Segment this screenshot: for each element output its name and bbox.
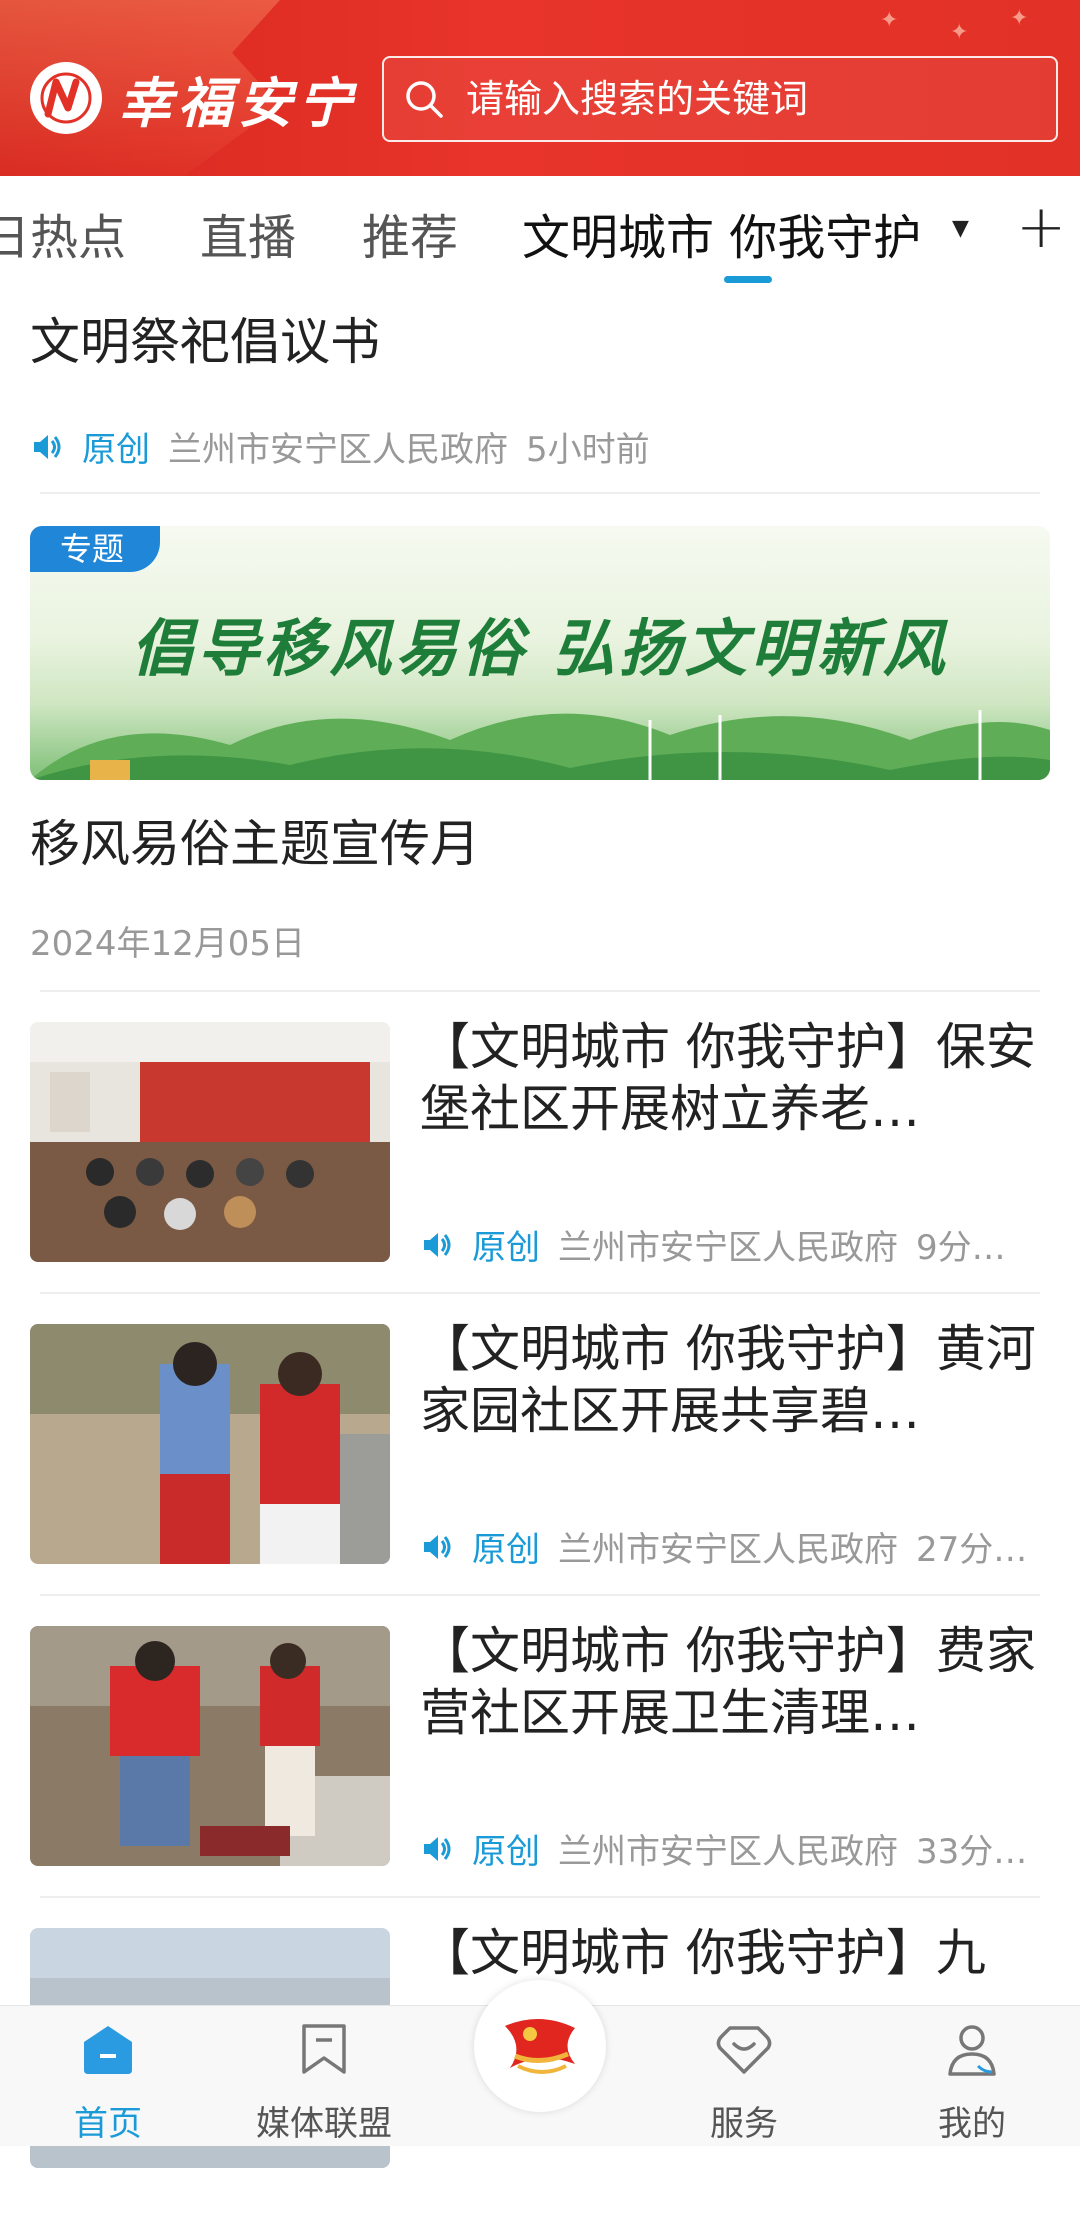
hills-illustration [30, 710, 1050, 780]
home-icon [84, 2026, 132, 2074]
news-source: 兰州市安宁区人民政府 [558, 1228, 898, 1268]
news-time: 27分… [916, 1530, 1028, 1570]
news-time: 33分… [916, 1832, 1028, 1872]
news-thumbnail [30, 1626, 390, 1866]
banner-slogan: 倡导移风易俗 弘扬文明新风 [131, 612, 949, 685]
bird-decoration: ✦ [950, 20, 969, 45]
nav-home-label: 首页 [74, 2104, 142, 2144]
nav-service[interactable]: 服务 [664, 2022, 824, 2145]
divider [40, 1594, 1040, 1596]
logo-mark-icon [30, 62, 102, 134]
news-title[interactable]: 【文明城市 你我守护】保安堡社区开展树立养老… [420, 1016, 1040, 1140]
article-time: 5小时前 [526, 430, 650, 470]
bird-decoration: ✦ [880, 8, 899, 33]
dropdown-caret-icon[interactable]: ▼ [952, 216, 969, 241]
divider [40, 492, 1040, 494]
original-label: 原创 [472, 1228, 540, 1268]
topic-badge: 专题 [30, 526, 160, 572]
news-thumbnail [30, 1022, 390, 1262]
original-label: 原创 [472, 1530, 540, 1570]
bookmark-icon [302, 2024, 346, 2074]
news-meta: 原创 兰州市安宁区人民政府 27分… [420, 1522, 1027, 1571]
original-label: 原创 [472, 1832, 540, 1872]
active-tab-indicator [724, 276, 772, 283]
app-logo[interactable]: 幸福安宁 [30, 58, 358, 138]
app-name: 幸福安宁 [118, 70, 358, 135]
nav-mine[interactable]: 我的 [892, 2022, 1052, 2145]
speaker-icon [34, 434, 61, 459]
topic-date: 2024年12月05日 [30, 924, 306, 964]
news-source: 兰州市安宁区人民政府 [558, 1530, 898, 1570]
original-label: 原创 [82, 430, 150, 470]
search-input[interactable] [464, 76, 1028, 122]
news-time: 9分… [916, 1228, 1006, 1268]
app-header: ✦ ✦ ✦ 幸福安宁 [0, 0, 1080, 176]
news-list-item[interactable]: 【文明城市 你我守护】黄河家园社区开展共享碧… 原创 兰州市安宁区人民政府 27… [0, 1320, 1080, 1624]
divider [40, 1896, 1040, 1898]
news-source: 兰州市安宁区人民政府 [558, 1832, 898, 1872]
channel-tabs: 日热点 直播 推荐 文明城市 你我守护 ▼ + [0, 176, 1080, 284]
search-icon [406, 81, 443, 118]
nav-home[interactable]: 首页 [28, 2022, 188, 2145]
user-icon [948, 2025, 996, 2076]
divider [40, 1292, 1040, 1294]
article-title[interactable]: 文明祭祀倡议书 [30, 302, 380, 374]
tab-civilized-city[interactable]: 文明城市 你我守护 [522, 198, 921, 268]
bottom-navigation: 首页 媒体联盟 服务 我的 [0, 1980, 1080, 2146]
news-thumbnail [30, 1324, 390, 1564]
news-meta: 原创 兰州市安宁区人民政府 9分… [420, 1220, 1006, 1269]
tab-live[interactable]: 直播 [200, 198, 296, 268]
news-meta: 原创 兰州市安宁区人民政府 33分… [420, 1824, 1027, 1873]
search-bar[interactable] [382, 56, 1058, 142]
bird-decoration: ✦ [1010, 6, 1029, 31]
nav-service-label: 服务 [710, 2104, 778, 2144]
news-list-item[interactable]: 【文明城市 你我守护】费家营社区开展卫生清理… 原创 兰州市安宁区人民政府 33… [0, 1622, 1080, 1926]
article-meta: 原创 兰州市安宁区人民政府 5小时前 [30, 422, 650, 471]
nav-media-alliance[interactable]: 媒体联盟 [244, 2022, 404, 2145]
speaker-icon [424, 1534, 451, 1559]
party-emblem-button[interactable] [474, 1980, 606, 2112]
party-flag-icon [505, 2018, 575, 2074]
tab-recommend[interactable]: 推荐 [362, 198, 458, 268]
nav-mine-label: 我的 [938, 2104, 1006, 2144]
article-source: 兰州市安宁区人民政府 [168, 430, 508, 470]
tab-hot[interactable]: 日热点 [0, 198, 126, 268]
news-list-item[interactable]: 【文明城市 你我守护】保安堡社区开展树立养老… 原创 兰州市安宁区人民政府 9分… [0, 1018, 1080, 1322]
divider [40, 990, 1040, 992]
news-title[interactable]: 【文明城市 你我守护】费家营社区开展卫生清理… [420, 1620, 1040, 1744]
add-channel-icon[interactable]: + [1016, 192, 1066, 262]
topic-banner[interactable]: 专题 倡导移风易俗 弘扬文明新风 [30, 526, 1050, 780]
speaker-icon [424, 1232, 451, 1257]
topic-title[interactable]: 移风易俗主题宣传月 [30, 804, 480, 876]
nav-media-alliance-label: 媒体联盟 [256, 2104, 392, 2144]
news-title[interactable]: 【文明城市 你我守护】黄河家园社区开展共享碧… [420, 1318, 1040, 1442]
speaker-icon [424, 1836, 451, 1861]
service-icon [716, 2026, 772, 2074]
